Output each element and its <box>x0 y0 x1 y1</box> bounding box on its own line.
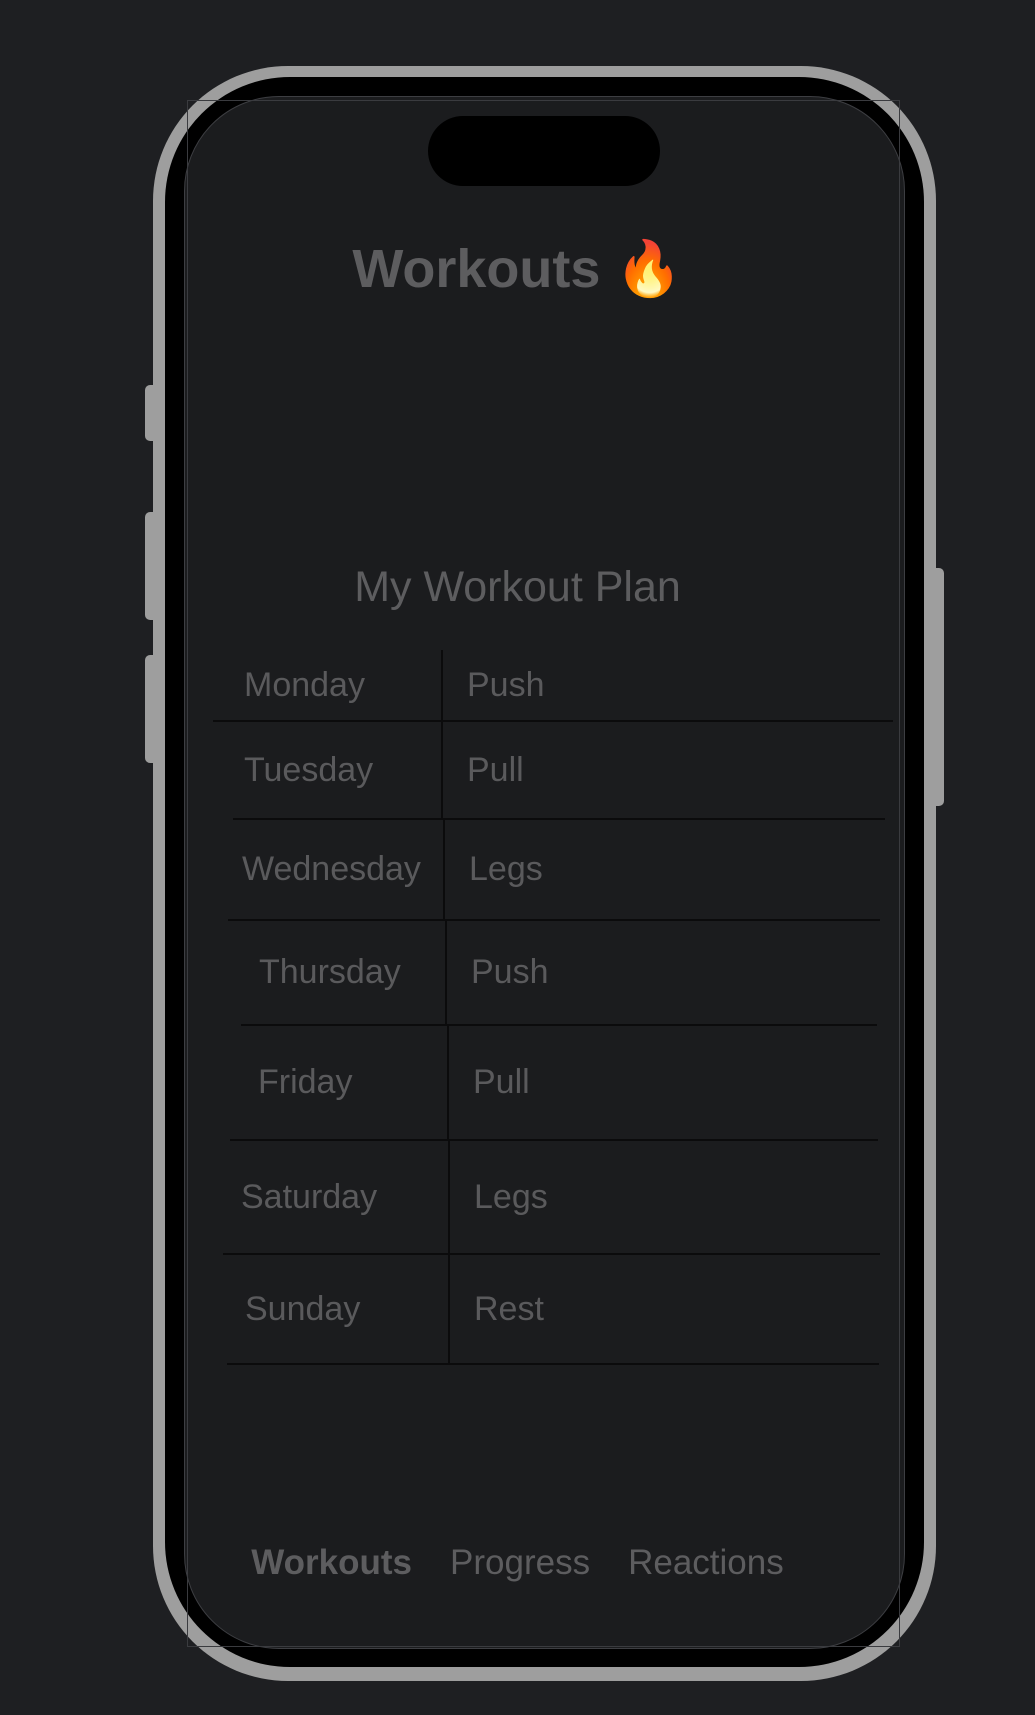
table-row: Saturday Legs <box>223 1141 880 1255</box>
workout-plan-table: Monday Push Tuesday Pull Wednesday Legs … <box>213 650 893 1365</box>
day-cell: Wednesday <box>228 820 445 919</box>
workout-cell: Legs <box>474 1177 548 1216</box>
day-cell: Saturday <box>223 1141 450 1253</box>
table-row: Wednesday Legs <box>228 820 880 921</box>
workout-cell: Rest <box>474 1289 544 1328</box>
page-title: Workouts 🔥 <box>0 238 1035 301</box>
tab-workouts[interactable]: Workouts <box>251 1543 412 1583</box>
workout-cell: Pull <box>467 750 524 789</box>
day-cell: Thursday <box>241 921 447 1024</box>
workout-cell: Push <box>467 665 545 704</box>
table-row: Friday Pull <box>230 1026 878 1141</box>
page: Workouts 🔥 My Workout Plan Monday Push T… <box>0 0 1035 1715</box>
day-cell: Friday <box>230 1026 449 1139</box>
table-row: Monday Push <box>213 650 893 722</box>
tab-progress[interactable]: Progress <box>450 1543 590 1583</box>
tab-bar: Workouts Progress Reactions <box>0 1543 1035 1583</box>
table-row: Sunday Rest <box>227 1255 879 1365</box>
tab-reactions[interactable]: Reactions <box>628 1543 784 1583</box>
table-row: Thursday Push <box>241 921 877 1026</box>
workout-cell: Push <box>471 953 549 991</box>
workout-cell: Legs <box>469 850 543 888</box>
plan-title: My Workout Plan <box>354 563 681 611</box>
dynamic-island <box>428 116 660 186</box>
day-cell: Monday <box>213 650 443 720</box>
day-cell: Tuesday <box>233 722 443 818</box>
page-title-text: Workouts <box>352 239 601 299</box>
table-row: Tuesday Pull <box>233 722 885 820</box>
day-cell: Sunday <box>227 1255 450 1363</box>
fire-icon: 🔥 <box>615 239 683 299</box>
workout-cell: Pull <box>473 1063 530 1101</box>
